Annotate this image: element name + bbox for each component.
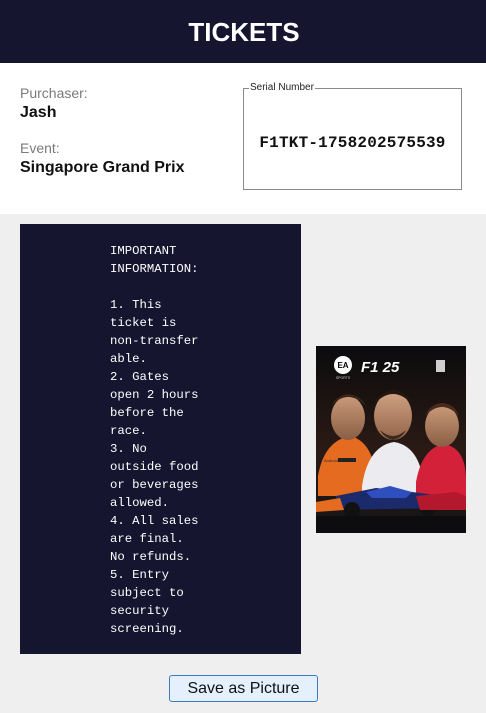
notice-line: security	[110, 604, 170, 618]
notice-line: No refunds.	[110, 550, 192, 564]
purchaser-value: Jash	[20, 104, 57, 121]
save-as-picture-button[interactable]: Save as Picture	[169, 675, 318, 702]
notice-line: or beverages	[110, 478, 199, 492]
notice-line: open 2 hours	[110, 388, 199, 402]
notice-line: are final.	[110, 532, 184, 546]
header-bar: TICKETS	[0, 0, 486, 63]
notice-line: 5. Entry	[110, 568, 170, 582]
event-value: Singapore Grand Prix	[20, 159, 185, 176]
notice-line: IMPORTANT	[110, 244, 177, 258]
notice-line: outside food	[110, 460, 199, 474]
important-information-text: IMPORTANT INFORMATION: 1. This ticket is no…	[110, 242, 208, 638]
notice-line: subject to	[110, 586, 184, 600]
notice-line: non-transfer	[110, 334, 199, 348]
notice-line: able.	[110, 352, 147, 366]
sponsor-text: Android	[324, 458, 338, 463]
notice-line: 3. No	[110, 442, 147, 456]
event-label: Event:	[20, 140, 60, 156]
ea-badge-text: EA	[337, 361, 348, 370]
serial-number-value: F1TKT-1758202575539	[259, 134, 446, 152]
notice-line: ticket is	[110, 316, 177, 330]
rating-icon	[436, 360, 445, 372]
notice-line: before the	[110, 406, 184, 420]
notice-line: 2. Gates	[110, 370, 170, 384]
ea-sub-text: SPORTS	[336, 376, 351, 380]
notice-line: screening.	[110, 622, 184, 636]
notice-line: race.	[110, 424, 147, 438]
serial-number-box: Serial Number F1TKT-1758202575539	[243, 82, 462, 190]
game-logo-text: F1 25	[361, 359, 400, 376]
notice-line: 1. This	[110, 298, 162, 312]
notice-line	[110, 278, 208, 296]
notice-line: 4. All sales	[110, 514, 199, 528]
serial-number-label: Serial Number	[249, 82, 315, 94]
page-title: TICKETS	[188, 17, 300, 47]
purchaser-label: Purchaser:	[20, 85, 88, 101]
notice-line: allowed.	[110, 496, 170, 510]
game-cover-image: EA SPORTS F1 25 Android	[316, 346, 466, 533]
important-information-panel: IMPORTANT INFORMATION: 1. This ticket is no…	[20, 224, 301, 654]
notice-line: INFORMATION:	[110, 262, 199, 276]
